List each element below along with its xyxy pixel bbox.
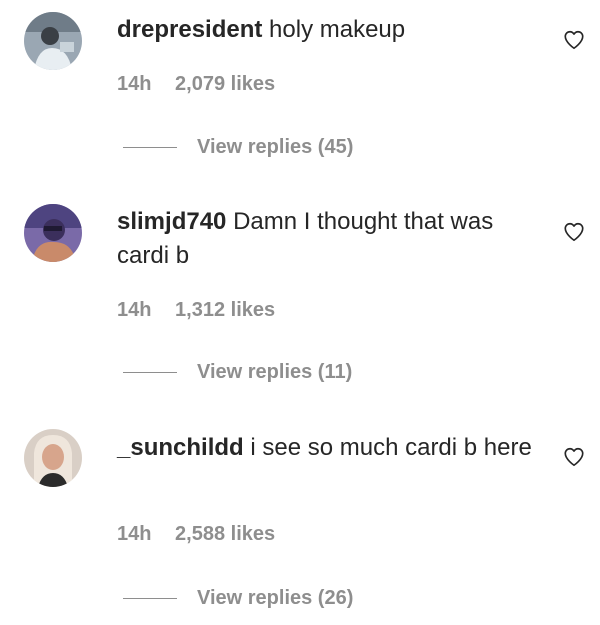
comment-meta: 14h 2,079 likes xyxy=(117,73,275,96)
comment-text: i see so much cardi b here xyxy=(250,434,532,461)
heart-outline-icon[interactable] xyxy=(563,221,585,243)
comment-username[interactable]: slimjd740 xyxy=(117,208,226,235)
comment-time: 14h xyxy=(117,73,152,95)
view-replies-label: View replies (26) xyxy=(197,586,354,609)
comment-text-block: slimjd740 Damn I thought that was cardi … xyxy=(117,205,537,273)
comment-time: 14h xyxy=(117,299,152,321)
view-replies-label: View replies (11) xyxy=(197,360,353,383)
comment-time: 14h xyxy=(117,523,152,545)
avatar[interactable] xyxy=(24,12,82,70)
comment-likes[interactable]: 2,588 likes xyxy=(175,523,275,545)
avatar[interactable] xyxy=(24,204,82,262)
view-replies-label: View replies (45) xyxy=(197,135,354,158)
replies-divider-line xyxy=(123,371,177,373)
comment-text: holy makeup xyxy=(269,16,406,43)
heart-outline-icon[interactable] xyxy=(563,29,585,51)
comment-likes[interactable]: 1,312 likes xyxy=(175,299,275,321)
comment-meta: 14h 2,588 likes xyxy=(117,523,275,546)
comment-username[interactable]: drepresident xyxy=(117,16,262,43)
view-replies-button[interactable]: View replies (11) xyxy=(123,357,352,387)
view-replies-button[interactable]: View replies (45) xyxy=(123,132,353,162)
comment-text-block: _sunchildd i see so much cardi b here xyxy=(117,431,537,465)
comment-username[interactable]: _sunchildd xyxy=(117,434,244,461)
comment-text-block: drepresident holy makeup xyxy=(117,13,537,47)
view-replies-button[interactable]: View replies (26) xyxy=(123,583,353,613)
comment-meta: 14h 1,312 likes xyxy=(117,299,275,322)
replies-divider-line xyxy=(123,146,177,148)
heart-outline-icon[interactable] xyxy=(563,446,585,468)
comment-likes[interactable]: 2,079 likes xyxy=(175,73,275,95)
avatar[interactable] xyxy=(24,429,82,487)
replies-divider-line xyxy=(123,597,177,599)
